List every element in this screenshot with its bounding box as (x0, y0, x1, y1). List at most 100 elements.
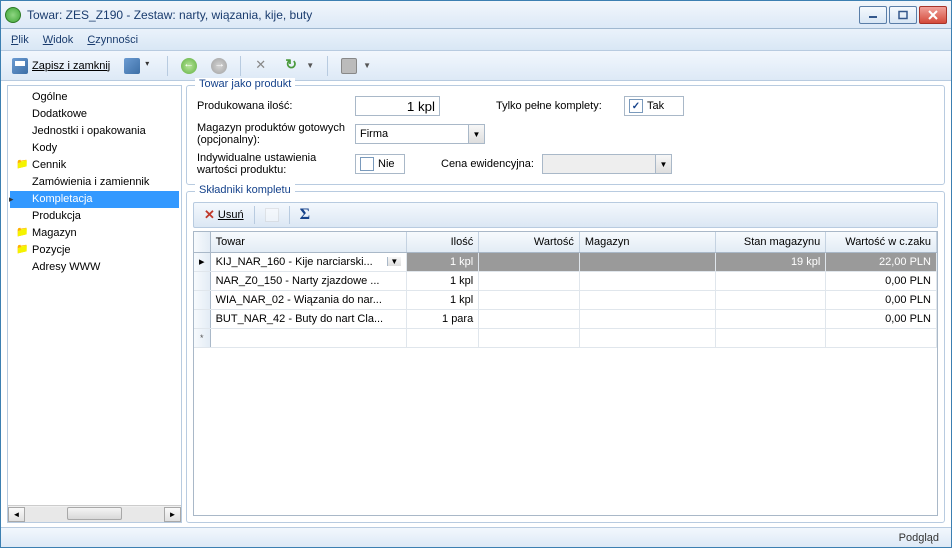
grid-row[interactable]: ▸ KIJ_NAR_160 - Kije narciarski...▼ 1 kp… (194, 252, 937, 271)
cell-empty[interactable] (479, 328, 580, 347)
save-close-button[interactable]: Zapisz i zamknij (7, 55, 115, 77)
sidebar-item-additional[interactable]: Dodatkowe (10, 106, 179, 123)
grid-corner (194, 232, 210, 252)
col-ilosc[interactable]: Ilość (406, 232, 478, 252)
grid-row[interactable]: WIA_NAR_02 - Wiązania do nar... 1 kpl 0,… (194, 290, 937, 309)
sidebar-item-production[interactable]: Produkcja (10, 208, 179, 225)
cell-ilosc[interactable]: 1 kpl (406, 271, 478, 290)
menu-file[interactable]: Plik (11, 34, 29, 46)
cell-wartosc[interactable] (479, 290, 580, 309)
record-price-combo[interactable]: ▼ (542, 154, 672, 174)
refresh-button[interactable]: ▼ (279, 55, 319, 77)
cell-towar[interactable]: KIJ_NAR_160 - Kije narciarski...▼ (210, 252, 406, 271)
cell-wartosc[interactable] (479, 309, 580, 328)
cell-stan[interactable] (715, 290, 826, 309)
status-text: Podgląd (899, 532, 939, 544)
minimize-button[interactable] (859, 6, 887, 24)
sidebar-scrollbar[interactable]: ◄ ► (8, 505, 181, 522)
cell-empty[interactable] (826, 328, 937, 347)
checkbox-icon (360, 157, 374, 171)
cell-magazyn[interactable] (579, 252, 715, 271)
cell-wcenie[interactable]: 22,00 PLN (826, 252, 937, 271)
form-row-individual: Indywidualne ustawienia wartości produkt… (197, 152, 934, 176)
sidebar-item-pricelist[interactable]: Cennik (10, 157, 179, 174)
cell-ilosc[interactable]: 1 para (406, 309, 478, 328)
cell-wcenie[interactable]: 0,00 PLN (826, 271, 937, 290)
individual-checkbox[interactable]: Nie (355, 154, 405, 174)
cell-magazyn[interactable] (579, 271, 715, 290)
close-button[interactable] (919, 6, 947, 24)
full-sets-label: Tylko pełne komplety: (496, 100, 616, 112)
groupbox-legend: Towar jako produkt (195, 78, 295, 90)
groupbox-legend: Składniki kompletu (195, 184, 295, 196)
col-wcenie[interactable]: Wartość w c.zaku (826, 232, 937, 252)
cell-magazyn[interactable] (579, 309, 715, 328)
grid-new-row[interactable]: * (194, 328, 937, 347)
cell-empty[interactable] (715, 328, 826, 347)
chevron-down-icon: ▼ (655, 155, 671, 173)
maximize-button[interactable] (889, 6, 917, 24)
sigma-icon: Σ (300, 206, 310, 224)
edit-button[interactable] (261, 206, 283, 224)
sidebar-item-positions[interactable]: Pozycje (10, 242, 179, 259)
cell-wartosc[interactable] (479, 271, 580, 290)
qty-input[interactable] (355, 96, 440, 116)
window-title: Towar: ZES_Z190 - Zestaw: narty, wiązani… (27, 8, 859, 22)
chevron-down-icon[interactable]: ▼ (387, 257, 401, 266)
back-icon (181, 58, 197, 74)
menu-actions[interactable]: Czynności (87, 34, 138, 46)
scrollbar-track[interactable] (25, 507, 164, 522)
print-button[interactable]: ▼ (336, 55, 376, 77)
cell-stan[interactable] (715, 309, 826, 328)
titlebar: Towar: ZES_Z190 - Zestaw: narty, wiązani… (1, 1, 951, 29)
chevron-down-icon: ▼ (363, 61, 371, 70)
individual-label: Indywidualne ustawienia wartości produkt… (197, 152, 347, 176)
cell-wcenie[interactable]: 0,00 PLN (826, 290, 937, 309)
cell-stan[interactable]: 19 kpl (715, 252, 826, 271)
save-dropdown-button[interactable] (119, 55, 159, 77)
separator (327, 56, 328, 76)
cell-towar[interactable]: WIA_NAR_02 - Wiązania do nar... (210, 290, 406, 309)
back-button[interactable] (176, 55, 202, 77)
col-wartosc[interactable]: Wartość (479, 232, 580, 252)
cell-ilosc[interactable]: 1 kpl (406, 290, 478, 309)
cell-empty[interactable] (579, 328, 715, 347)
components-grid[interactable]: Towar Ilość Wartość Magazyn Stan magazyn… (193, 231, 938, 516)
sidebar-item-www[interactable]: Adresy WWW (10, 259, 179, 276)
cell-magazyn[interactable] (579, 290, 715, 309)
col-stan[interactable]: Stan magazynu (715, 232, 826, 252)
col-magazyn[interactable]: Magazyn (579, 232, 715, 252)
sidebar-item-warehouse[interactable]: Magazyn (10, 225, 179, 242)
cell-ilosc[interactable]: 1 kpl (406, 252, 478, 271)
window: Towar: ZES_Z190 - Zestaw: narty, wiązani… (0, 0, 952, 548)
cell-towar[interactable]: NAR_Z0_150 - Narty zjazdowe ... (210, 271, 406, 290)
full-sets-checkbox[interactable]: Tak (624, 96, 684, 116)
forward-button[interactable] (206, 55, 232, 77)
sidebar-item-orders[interactable]: Zamówienia i zamiennik (10, 174, 179, 191)
grid-row[interactable]: BUT_NAR_42 - Buty do nart Cla... 1 para … (194, 309, 937, 328)
delete-button[interactable]: ✕ Usuń (200, 205, 248, 225)
cell-stan[interactable] (715, 271, 826, 290)
grid-row[interactable]: NAR_Z0_150 - Narty zjazdowe ... 1 kpl 0,… (194, 271, 937, 290)
form-row-qty: Produkowana ilość: Tylko pełne komplety:… (197, 96, 934, 116)
sidebar-item-general[interactable]: Ogólne (10, 89, 179, 106)
scroll-right-button[interactable]: ► (164, 507, 181, 522)
body: Ogólne Dodatkowe Jednostki i opakowania … (1, 81, 951, 527)
cell-empty[interactable] (406, 328, 478, 347)
cell-wartosc[interactable] (479, 252, 580, 271)
sidebar-item-completion[interactable]: Kompletacja (10, 191, 179, 208)
cell-empty[interactable] (210, 328, 406, 347)
sidebar-item-codes[interactable]: Kody (10, 140, 179, 157)
col-towar[interactable]: Towar (210, 232, 406, 252)
tools-icon (254, 58, 270, 74)
qty-label: Produkowana ilość: (197, 100, 347, 112)
scroll-left-button[interactable]: ◄ (8, 507, 25, 522)
menu-view[interactable]: Widok (43, 34, 74, 46)
sum-button[interactable]: Σ (296, 204, 314, 226)
cell-towar[interactable]: BUT_NAR_42 - Buty do nart Cla... (210, 309, 406, 328)
warehouse-combo[interactable]: Firma ▼ (355, 124, 485, 144)
cell-wcenie[interactable]: 0,00 PLN (826, 309, 937, 328)
sidebar-item-units[interactable]: Jednostki i opakowania (10, 123, 179, 140)
scrollbar-thumb[interactable] (67, 507, 123, 520)
tools-button[interactable] (249, 55, 275, 77)
